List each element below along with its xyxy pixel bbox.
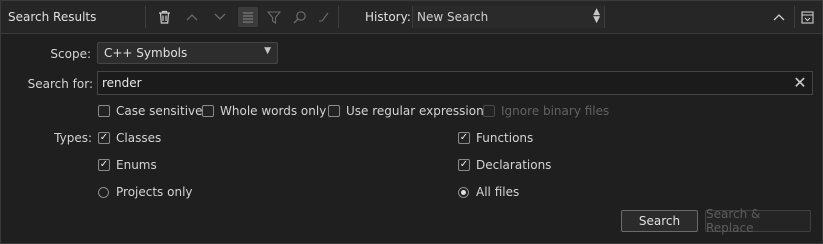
classes-checkbox[interactable]: ✓ Classes	[98, 131, 161, 145]
checkmark-icon: ✓	[458, 159, 470, 171]
case-sensitive-checkbox[interactable]: Case sensitive	[98, 104, 203, 118]
search-results-panel: Search Results History: New Search ▲ ▼ S…	[0, 0, 823, 244]
all-files-label: All files	[476, 185, 520, 199]
hide-panel-icon[interactable]	[797, 7, 817, 27]
regex-checkbox[interactable]: Use regular expressions	[328, 104, 490, 118]
checkmark-icon: ✓	[458, 132, 470, 144]
history-combobox[interactable]: New Search ▲ ▼	[412, 6, 605, 28]
search-replace-button: Search & Replace	[705, 207, 811, 235]
filter-icon[interactable]	[264, 7, 284, 27]
projects-only-label: Projects only	[116, 185, 193, 199]
enums-checkbox[interactable]: ✓ Enums	[98, 158, 157, 172]
panel-title: Search Results	[8, 10, 97, 24]
search-for-label: Search for:	[27, 77, 93, 91]
functions-label: Functions	[476, 131, 534, 145]
up-down-arrows-icon: ▲ ▼	[593, 7, 600, 25]
regex-label: Use regular expressions	[346, 104, 490, 118]
history-label: History:	[365, 10, 411, 24]
functions-checkbox[interactable]: ✓ Functions	[458, 131, 533, 145]
declarations-checkbox[interactable]: ✓ Declarations	[458, 158, 551, 172]
toolbar-separator	[145, 6, 146, 28]
history-value: New Search	[417, 10, 489, 24]
clear-results-icon[interactable]	[154, 7, 174, 27]
next-result-icon[interactable]	[210, 7, 230, 27]
new-search-icon[interactable]	[290, 7, 310, 27]
checkmark-icon: ✓	[98, 159, 110, 171]
replace-icon[interactable]	[314, 7, 334, 27]
search-button[interactable]: Search	[621, 210, 698, 232]
ignore-binary-label: Ignore binary files	[501, 104, 610, 118]
expand-collapse-icon[interactable]	[238, 7, 258, 27]
declarations-label: Declarations	[476, 158, 552, 172]
scope-combobox[interactable]: C++ Symbols ▼	[97, 42, 278, 64]
case-sensitive-label: Case sensitive	[116, 104, 203, 118]
enums-label: Enums	[116, 158, 157, 172]
toolbar-separator	[338, 6, 339, 28]
scope-label: Scope:	[50, 47, 91, 61]
chevron-down-icon: ▼	[264, 46, 271, 56]
checkmark-icon: ✓	[98, 132, 110, 144]
ignore-binary-checkbox: Ignore binary files	[483, 104, 609, 118]
toolbar-separator	[794, 6, 795, 28]
whole-words-label: Whole words only	[220, 104, 327, 118]
search-input[interactable]	[97, 71, 813, 95]
all-files-radio[interactable]: All files	[458, 185, 519, 199]
types-label: Types:	[54, 131, 92, 145]
clear-text-icon[interactable]: ✕	[791, 74, 809, 92]
collapse-panel-icon[interactable]	[769, 7, 789, 27]
whole-words-checkbox[interactable]: Whole words only	[202, 104, 326, 118]
panel-toolbar: Search Results History: New Search ▲ ▼	[1, 1, 822, 34]
projects-only-radio[interactable]: Projects only	[98, 185, 193, 199]
scope-value: C++ Symbols	[104, 46, 188, 60]
classes-label: Classes	[116, 131, 162, 145]
previous-result-icon[interactable]	[182, 7, 202, 27]
